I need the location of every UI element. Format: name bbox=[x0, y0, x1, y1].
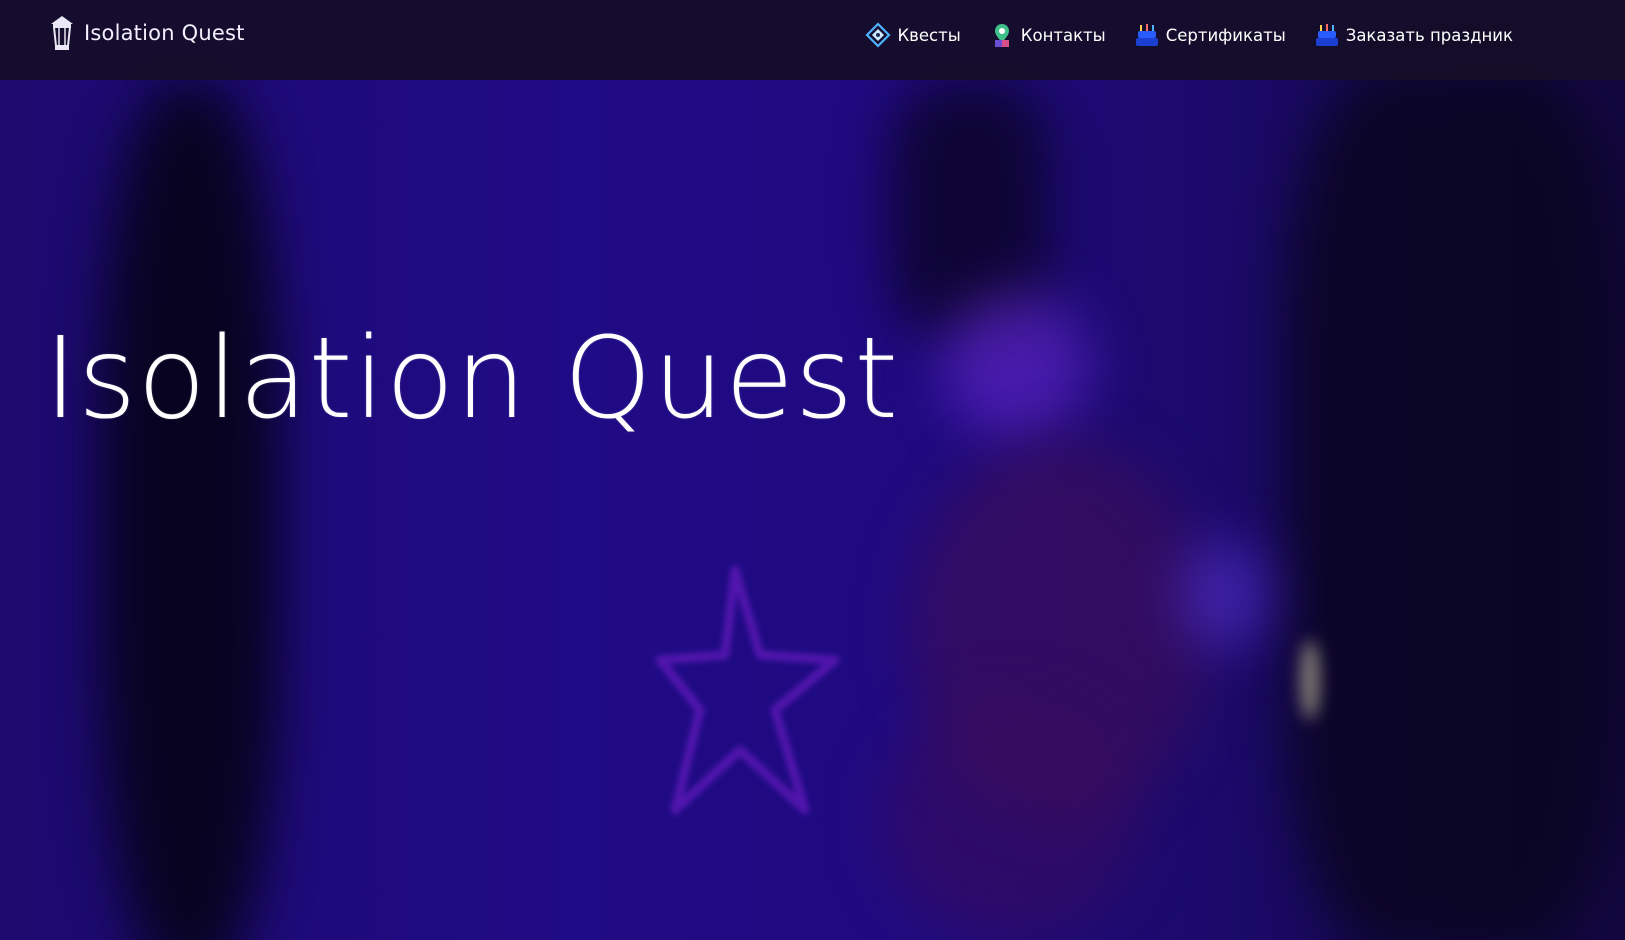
nav-item-order-party[interactable]: Заказать праздник bbox=[1314, 22, 1513, 48]
top-navbar: Isolation Quest Квесты Контакты Сертифик… bbox=[0, 0, 1625, 80]
compass-diamond-icon bbox=[865, 22, 892, 48]
brand-name: Isolation Quest bbox=[84, 21, 245, 45]
cake-icon bbox=[1135, 24, 1158, 46]
hero-background bbox=[0, 0, 1625, 940]
nav-label-quests: Квесты bbox=[897, 25, 961, 45]
hero-title: Isolation Quest bbox=[44, 314, 900, 444]
nav-item-quests[interactable]: Квесты bbox=[865, 22, 961, 48]
main-nav: Квесты Контакты Сертификаты Заказать пра… bbox=[865, 22, 1513, 48]
lantern-icon bbox=[51, 16, 73, 50]
page: Isolation Quest Квесты Контакты Сертифик… bbox=[0, 0, 1625, 940]
nav-label-contacts: Контакты bbox=[1020, 25, 1106, 45]
neon-star-decoration bbox=[655, 565, 840, 815]
nav-label-certificates: Сертификаты bbox=[1165, 25, 1286, 45]
nav-item-contacts[interactable]: Контакты bbox=[989, 22, 1106, 48]
brand-logo-link[interactable]: Isolation Quest bbox=[46, 14, 245, 52]
cake-icon bbox=[1315, 24, 1338, 46]
nav-label-order-party: Заказать праздник bbox=[1345, 25, 1513, 45]
map-pin-person-icon bbox=[994, 24, 1009, 47]
nav-item-certificates[interactable]: Сертификаты bbox=[1134, 22, 1286, 48]
